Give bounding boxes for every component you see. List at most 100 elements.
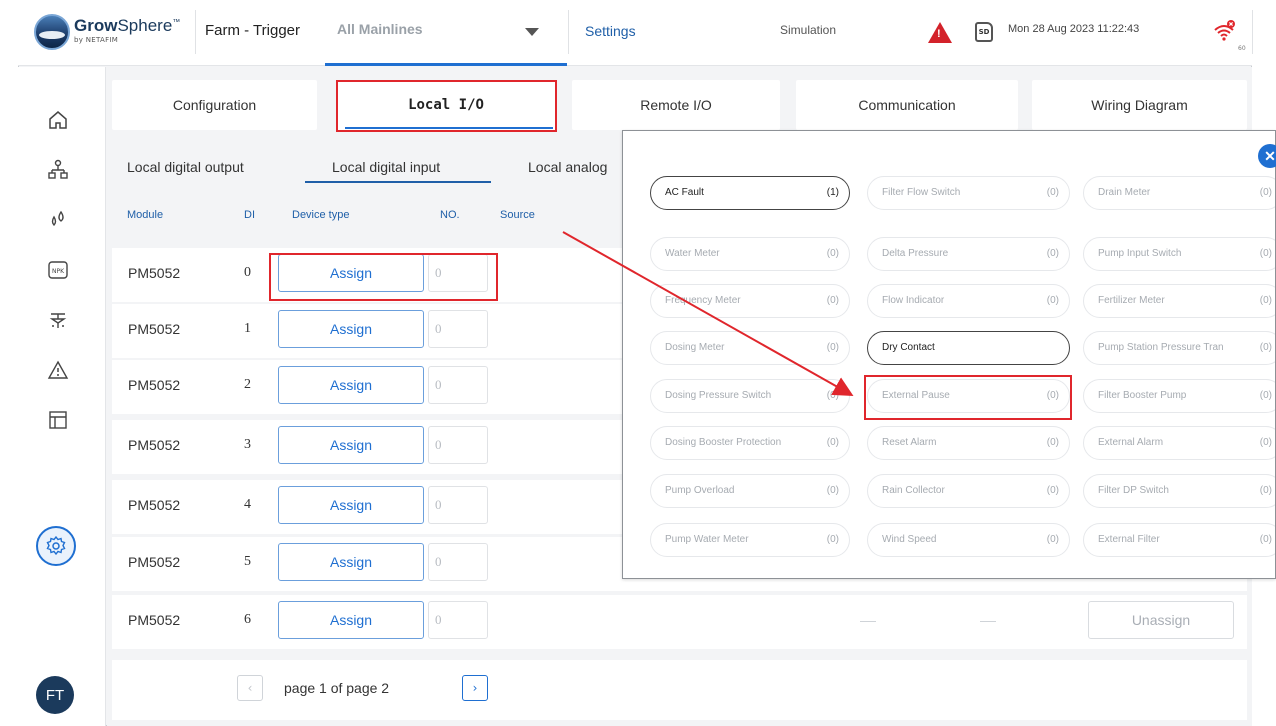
tab-remote-io[interactable]: Remote I/O	[572, 80, 780, 130]
chip-drain-meter[interactable]: Drain Meter (0)	[1083, 176, 1275, 210]
assign-button[interactable]: Assign	[278, 366, 424, 404]
module-cell: PM5052	[128, 265, 181, 281]
chip-dosing-meter[interactable]: Dosing Meter (0)	[650, 331, 850, 365]
sd-card-icon[interactable]: SD	[975, 22, 993, 42]
wifi-signal-icon[interactable]	[1213, 20, 1235, 42]
no-field[interactable]: 0	[428, 310, 488, 348]
hierarchy-icon[interactable]	[44, 156, 72, 184]
avatar[interactable]: FT	[36, 676, 74, 714]
di-cell: 4	[244, 497, 251, 512]
col-header-device-type: Device type	[292, 209, 350, 221]
chip-pump-water-meter[interactable]: Pump Water Meter (0)	[650, 523, 850, 557]
chip-dosing-booster-protection[interactable]: Dosing Booster Protection (0)	[650, 426, 850, 460]
tab-wiring-diagram[interactable]: Wiring Diagram	[1032, 80, 1247, 130]
highlight-box-local-io	[336, 80, 557, 132]
mainlines-label: All Mainlines	[337, 21, 423, 37]
brand-name: GrowSphere™	[74, 16, 181, 35]
highlight-box-row-0	[269, 253, 498, 301]
chip-filter-booster-pump[interactable]: Filter Booster Pump (0)	[1083, 379, 1275, 413]
assign-button[interactable]: Assign	[278, 310, 424, 348]
chip-water-meter[interactable]: Water Meter (0)	[650, 237, 850, 271]
page-indicator: page 1 of page 2	[284, 680, 390, 696]
no-field[interactable]: 0	[428, 543, 488, 581]
date-time: Mon 28 Aug 2023 11:22:43	[1008, 23, 1140, 35]
chevron-down-icon	[525, 28, 539, 36]
subtab-local-digital-input[interactable]: Local digital input	[332, 159, 440, 175]
module-cell: PM5052	[128, 612, 181, 628]
module-cell: PM5052	[128, 497, 181, 513]
chip-flow-indicator[interactable]: Flow Indicator (0)	[867, 284, 1070, 318]
chip-rain-collector[interactable]: Rain Collector (0)	[867, 474, 1070, 508]
simulation-label[interactable]: Simulation	[780, 23, 836, 37]
divider	[195, 10, 196, 54]
unassign-button[interactable]: Unassign	[1088, 601, 1234, 639]
di-cell: 3	[244, 437, 251, 452]
assign-button[interactable]: Assign	[278, 601, 424, 639]
no-field[interactable]: 0	[428, 601, 488, 639]
di-cell: 1	[244, 321, 251, 336]
table-row: PM5052 6 Assign 0 Unassign	[112, 595, 1247, 649]
chip-filter-dp-switch[interactable]: Filter DP Switch (0)	[1083, 474, 1275, 508]
chip-pump-overload[interactable]: Pump Overload (0)	[650, 474, 850, 508]
npk-label: NPK	[52, 268, 65, 275]
no-field[interactable]: 0	[428, 366, 488, 404]
chip-filter-flow-switch[interactable]: Filter Flow Switch (0)	[867, 176, 1070, 210]
module-cell: PM5052	[128, 321, 181, 337]
chip-delta-pressure[interactable]: Delta Pressure (0)	[867, 237, 1070, 271]
settings-link[interactable]: Settings	[585, 23, 636, 39]
subtab-local-digital-output[interactable]: Local digital output	[127, 159, 244, 175]
layout-icon[interactable]	[44, 406, 72, 434]
module-cell: PM5052	[128, 377, 181, 393]
col-header-di: DI	[244, 209, 255, 221]
close-icon[interactable]: ✕	[1258, 144, 1276, 168]
col-header-source: Source	[500, 209, 535, 221]
assign-button[interactable]: Assign	[278, 486, 424, 524]
alarm-icon[interactable]	[44, 356, 72, 384]
pagination: ‹ page 1 of page 2 ›	[112, 660, 1247, 720]
irrigation-icon[interactable]	[44, 306, 72, 334]
di-cell: 5	[244, 554, 251, 569]
col-header-module: Module	[127, 209, 164, 221]
assign-button[interactable]: Assign	[278, 543, 424, 581]
source-placeholder	[980, 621, 996, 622]
npk-icon[interactable]: NPK	[44, 256, 72, 284]
module-cell: PM5052	[128, 437, 181, 453]
water-drops-icon[interactable]	[44, 206, 72, 234]
brand-subtitle: by NETAFIM	[74, 36, 119, 44]
prev-page-button[interactable]: ‹	[237, 675, 263, 701]
tab-configuration[interactable]: Configuration	[112, 80, 317, 130]
chip-pump-station-pressure[interactable]: Pump Station Pressure Tran (0)	[1083, 331, 1275, 365]
assign-button[interactable]: Assign	[278, 426, 424, 464]
no-field[interactable]: 0	[428, 486, 488, 524]
tab-communication[interactable]: Communication	[796, 80, 1018, 130]
chip-pump-input-switch[interactable]: Pump Input Switch (0)	[1083, 237, 1275, 271]
settings-gear-icon[interactable]	[36, 526, 76, 566]
active-subtab-indicator	[305, 181, 491, 183]
next-page-button[interactable]: ›	[462, 675, 488, 701]
chip-dosing-pressure-switch[interactable]: Dosing Pressure Switch (0)	[650, 379, 850, 413]
mainlines-dropdown[interactable]: All Mainlines	[325, 10, 567, 66]
di-cell: 2	[244, 377, 251, 392]
subtab-local-analog[interactable]: Local analog	[528, 159, 607, 175]
di-cell: 6	[244, 612, 251, 627]
divider	[1252, 10, 1253, 54]
no-field[interactable]: 0	[428, 426, 488, 464]
chip-fertilizer-meter[interactable]: Fertilizer Meter (0)	[1083, 284, 1275, 318]
chip-frequency-meter[interactable]: Frequency Meter (0)	[650, 284, 850, 318]
source-placeholder	[860, 621, 876, 622]
chip-external-alarm[interactable]: External Alarm (0)	[1083, 426, 1275, 460]
device-type-popup: AC Fault (1) Filter Flow Switch (0) Drain …	[622, 130, 1276, 579]
chip-external-filter[interactable]: External Filter (0)	[1083, 523, 1275, 557]
home-icon[interactable]	[44, 106, 72, 134]
chip-dry-contact[interactable]: Dry Contact	[867, 331, 1070, 365]
module-cell: PM5052	[128, 554, 181, 570]
chip-ac-fault[interactable]: AC Fault (1)	[650, 176, 850, 210]
divider	[568, 10, 569, 54]
farm-name[interactable]: Farm - Trigger	[205, 22, 300, 39]
chip-reset-alarm[interactable]: Reset Alarm (0)	[867, 426, 1070, 460]
highlight-box-external-pause	[864, 375, 1072, 420]
signal-strength: 60	[1238, 45, 1246, 52]
chip-wind-speed[interactable]: Wind Speed (0)	[867, 523, 1070, 557]
col-header-no: NO.	[440, 209, 460, 221]
growsphere-logo	[34, 14, 70, 50]
